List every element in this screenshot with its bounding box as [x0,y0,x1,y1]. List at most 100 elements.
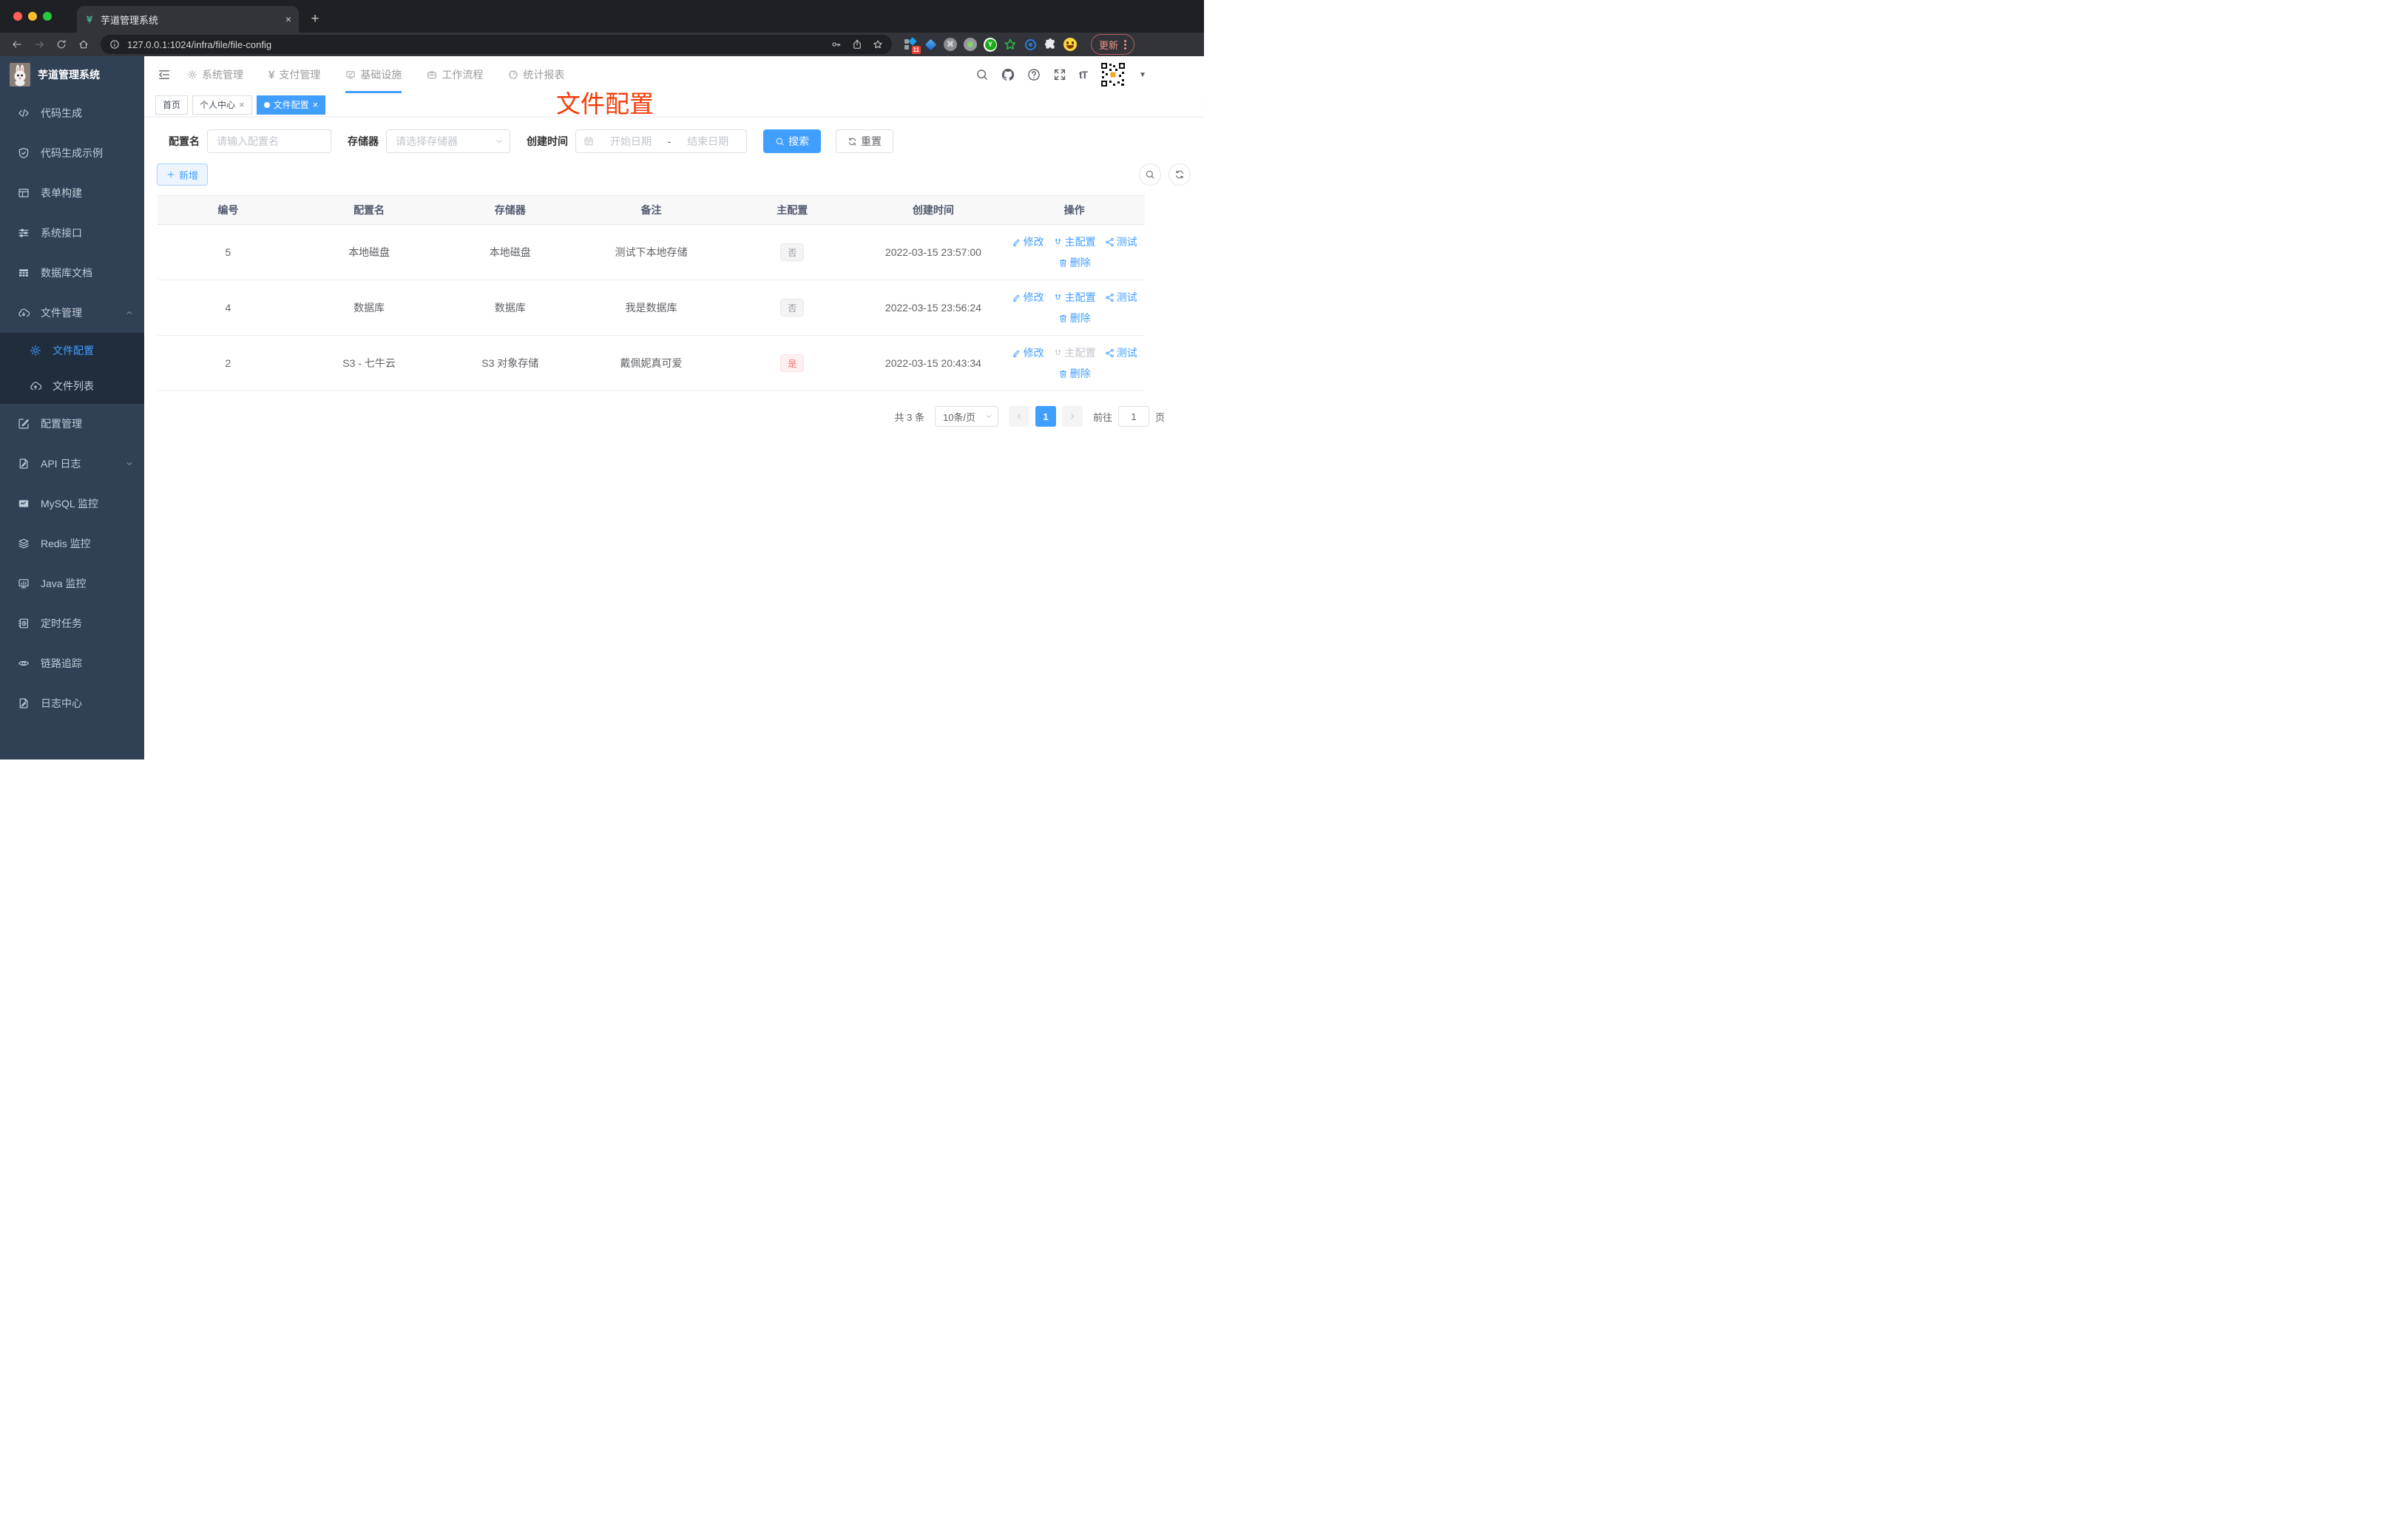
search-icon[interactable] [975,68,989,81]
goto-page-input[interactable] [1117,406,1149,427]
storage-select[interactable]: 请选择存储器 [386,129,510,153]
sidebar-item-cron-job[interactable]: 定时任务 [0,603,144,643]
extension-y-icon[interactable]: Y [984,37,997,52]
avatar-caret-icon[interactable]: ▼ [1139,71,1146,79]
sidebar-item-code-demo[interactable]: 代码生成示例 [0,133,144,173]
sidebar-item-tracing[interactable]: 链路追踪 [0,643,144,683]
forward-button[interactable] [30,35,49,54]
sidebar: 芋道管理系统 代码生成 代码生成示例 表单构建 系统接口 数据库文档 文件管理 … [0,56,144,760]
magnet-icon [1053,237,1063,247]
extension-dot-icon[interactable] [964,38,977,51]
edit-link[interactable]: 修改 [1012,345,1044,360]
toggle-search-button[interactable] [1139,163,1161,186]
sidebar-item-db-doc[interactable]: 数据库文档 [0,253,144,293]
edit-link[interactable]: 修改 [1012,290,1044,305]
nav-payment-mgmt[interactable]: ¥ 支付管理 [268,56,320,93]
minimize-window-button[interactable] [28,12,37,21]
sidebar-item-java-monitor[interactable]: Java 监控 [0,564,144,603]
nav-infrastructure[interactable]: 基础设施 [345,56,402,93]
eye-icon [18,657,30,669]
extension-grid-icon[interactable]: 11 [904,37,921,54]
site-info-icon[interactable] [109,39,120,50]
delete-link[interactable]: 删除 [1058,366,1091,381]
cell-storage: 本地磁盘 [489,246,531,258]
tag-home[interactable]: 首页 [155,95,189,115]
profile-emoji-icon[interactable] [1063,38,1077,51]
password-key-icon[interactable] [831,39,842,50]
back-button[interactable] [7,35,27,54]
help-icon[interactable] [1027,68,1041,81]
extension-command-icon[interactable]: ⌘ [944,38,957,51]
url-text[interactable]: 127.0.0.1:1024/infra/file/file-config [127,39,824,50]
next-page-button[interactable] [1061,406,1083,427]
collapse-sidebar-icon[interactable] [158,68,171,81]
sidebar-item-file-config[interactable]: 文件配置 [0,333,144,368]
tag-close-icon[interactable]: × [239,100,245,109]
sidebar-item-log-center[interactable]: 日志中心 [0,683,144,723]
plus-icon [166,170,175,179]
sidebar-item-file-mgmt[interactable]: 文件管理 [0,293,144,333]
sidebar-item-api-log[interactable]: API 日志 [0,444,144,484]
start-date-placeholder[interactable]: 开始日期 [600,134,662,149]
timer-doc-icon [18,618,30,629]
set-master-link[interactable]: 主配置 [1053,234,1096,249]
reload-button[interactable] [52,35,71,54]
filter-form: 配置名 存储器 请选择存储器 创建时间 开始日期 - 结束日期 搜索 [169,129,1204,153]
sidebar-item-file-list[interactable]: 文件列表 [0,368,144,404]
app-title: 芋道管理系统 [38,69,100,81]
chrome-update-chip[interactable]: 更新 [1091,34,1135,55]
sidebar-item-form-builder[interactable]: 表单构建 [0,173,144,213]
browser-tab[interactable]: 芋道管理系统 × [77,6,299,33]
add-button[interactable]: 新增 [157,163,209,186]
refresh-table-button[interactable] [1169,163,1191,186]
extension-kite-icon[interactable] [924,38,937,51]
tag-profile[interactable]: 个人中心 × [192,95,252,115]
maximize-window-button[interactable] [43,12,52,21]
search-button[interactable]: 搜索 [763,129,821,153]
close-window-button[interactable] [13,12,22,21]
sidebar-item-system-api[interactable]: 系统接口 [0,213,144,253]
extension-eye-icon[interactable] [1024,38,1037,51]
bookmark-star-icon[interactable] [873,39,883,50]
font-size-icon[interactable]: tT [1079,69,1088,81]
edit-link[interactable]: 修改 [1012,234,1044,249]
extensions-puzzle-icon[interactable] [1044,38,1057,51]
trash-icon [1058,369,1068,379]
set-master-link[interactable]: 主配置 [1053,290,1096,305]
user-avatar[interactable] [1100,61,1127,88]
app-logo[interactable]: 芋道管理系统 [0,56,144,93]
page-size-select[interactable]: 10条/页 [934,406,998,427]
master-badge: 是 [780,354,805,372]
date-range-picker[interactable]: 开始日期 - 结束日期 [575,129,747,153]
sidebar-item-redis-monitor[interactable]: Redis 监控 [0,524,144,564]
url-bar[interactable]: 127.0.0.1:1024/infra/file/file-config [101,35,892,54]
browser-menu-icon[interactable] [1124,39,1127,50]
config-name-input[interactable] [217,135,322,147]
prev-page-button[interactable] [1008,406,1029,427]
github-icon[interactable] [1001,68,1015,81]
home-button[interactable] [74,35,93,54]
tag-file-config[interactable]: 文件配置 × [256,95,326,115]
sidebar-item-mysql-monitor[interactable]: MySQL 监控 [0,484,144,524]
tag-close-icon[interactable]: × [313,100,319,109]
nav-system-mgmt[interactable]: 系统管理 [187,56,243,93]
cell-storage: 数据库 [494,302,526,314]
nav-workflow[interactable]: 工作流程 [427,56,483,93]
new-tab-button[interactable]: + [305,9,325,30]
test-link[interactable]: 测试 [1105,234,1137,249]
sidebar-item-code-gen[interactable]: 代码生成 [0,93,144,133]
favicon-plant-icon [86,16,93,24]
test-link[interactable]: 测试 [1105,290,1137,305]
sidebar-item-config-mgmt[interactable]: 配置管理 [0,404,144,444]
share-icon[interactable] [852,39,862,50]
fullscreen-icon[interactable] [1053,68,1066,81]
nav-reports[interactable]: 统计报表 [508,56,564,93]
end-date-placeholder[interactable]: 结束日期 [677,134,739,149]
tab-close-icon[interactable]: × [285,13,291,25]
test-link[interactable]: 测试 [1105,345,1137,360]
delete-link[interactable]: 删除 [1058,255,1091,270]
page-number-button[interactable]: 1 [1035,406,1056,427]
extension-star-icon[interactable] [1004,38,1017,51]
reset-button[interactable]: 重置 [836,129,893,153]
delete-link[interactable]: 删除 [1058,311,1091,325]
